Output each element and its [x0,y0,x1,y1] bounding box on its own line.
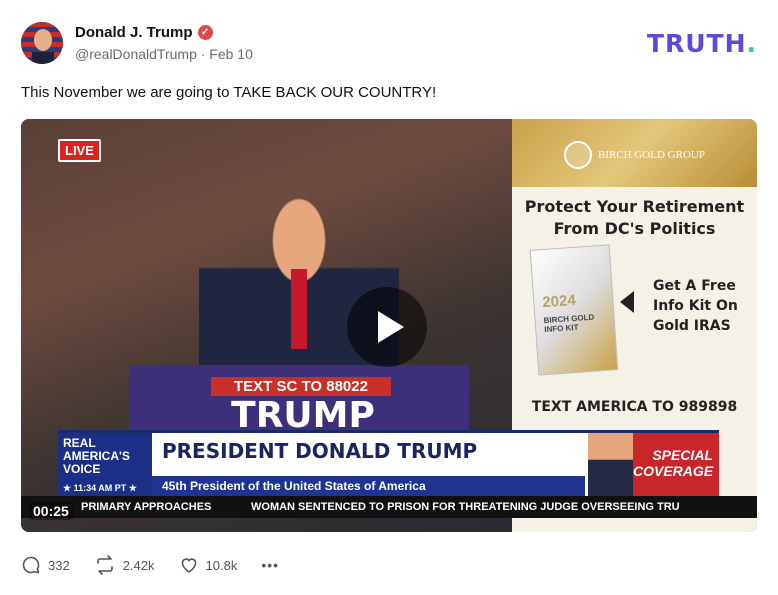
ad-headline: Protect Your Retirement From DC's Politi… [524,197,745,238]
heart-icon [181,558,196,573]
ad-logo: BIRCH GOLD GROUP [564,141,724,169]
verified-icon: ✓ [197,25,213,40]
avatar-image [21,22,63,64]
news-ticker: PRIMARY APPROACHES WOMAN SENTENCED TO PR… [21,496,757,518]
avatar[interactable] [21,22,63,64]
author-name[interactable]: Donald J. Trump [75,24,193,41]
handle-and-date[interactable]: @realDonaldTrump · Feb 10 [75,46,253,62]
ad-cta: TEXT AMERICA TO 989898 [531,399,738,415]
retruth-count: 2.42k [122,557,155,573]
ad-header: BIRCH GOLD GROUP [512,119,757,187]
more-options-button[interactable]: ••• [261,557,279,573]
special-coverage-label: SPECIAL COVERAGE [633,433,719,499]
ticker-right: WOMAN SENTENCED TO PRISON FOR THREATENIN… [251,501,680,513]
reply-button[interactable]: 332 [21,555,70,575]
reply-count: 332 [48,557,70,573]
like-count: 10.8k [205,557,238,573]
retruth-button[interactable]: 2.42k [94,555,155,575]
ad-book-title: BIRCH GOLD INFO KIT [543,312,595,335]
video-player[interactable]: BIRCH GOLD GROUP Protect Your Retirement… [21,119,757,532]
post-text: This November we are going to TAKE BACK … [21,84,437,101]
post-header: Donald J. Trump ✓ @realDonaldTrump · Feb… [21,20,757,64]
network-name: REAL AMERICA'S VOICE [63,436,130,476]
ad-brand: BIRCH GOLD GROUP [598,149,705,161]
lower-third-name: PRESIDENT DONALD TRUMP [162,439,478,463]
more-icon: ••• [261,557,280,573]
author-name-row[interactable]: Donald J. Trump ✓ [75,24,213,41]
lower-third-photo [588,433,633,499]
lower-third: REAL AMERICA'S VOICE ★ 11:34 AM PT ★ PRE… [58,430,719,499]
video-timestamp: 00:25 [29,502,73,520]
post-actions: 332 2.42k 10.8k ••• [21,553,303,577]
logo-dot: . [746,29,757,58]
podium-sign: TEXT SC TO 88022 [211,377,391,396]
ticker-left: PRIMARY APPROACHES [81,501,212,513]
retruth-icon [96,555,113,575]
ad-seal-icon [564,141,592,169]
ad-book-year: 2024 [541,291,577,312]
play-button[interactable] [347,287,427,367]
truth-social-logo: TRUTH. [647,29,757,58]
broadcast-time: ★ 11:34 AM PT ★ [63,483,137,493]
like-button[interactable]: 10.8k [179,555,238,575]
network-badge: REAL AMERICA'S VOICE ★ 11:34 AM PT ★ [58,433,152,499]
reply-icon [22,556,40,574]
logo-text: TRUTH [646,29,747,58]
live-badge: LIVE [58,139,101,162]
ad-offer: Get A Free Info Kit On Gold IRAS [653,278,738,334]
ad-info-kit-image: 2024 BIRCH GOLD INFO KIT [529,244,619,376]
speaker-tie [291,269,307,349]
lower-third-subtitle: 45th President of the United States of A… [152,476,585,496]
ad-arrow-icon [620,291,634,313]
